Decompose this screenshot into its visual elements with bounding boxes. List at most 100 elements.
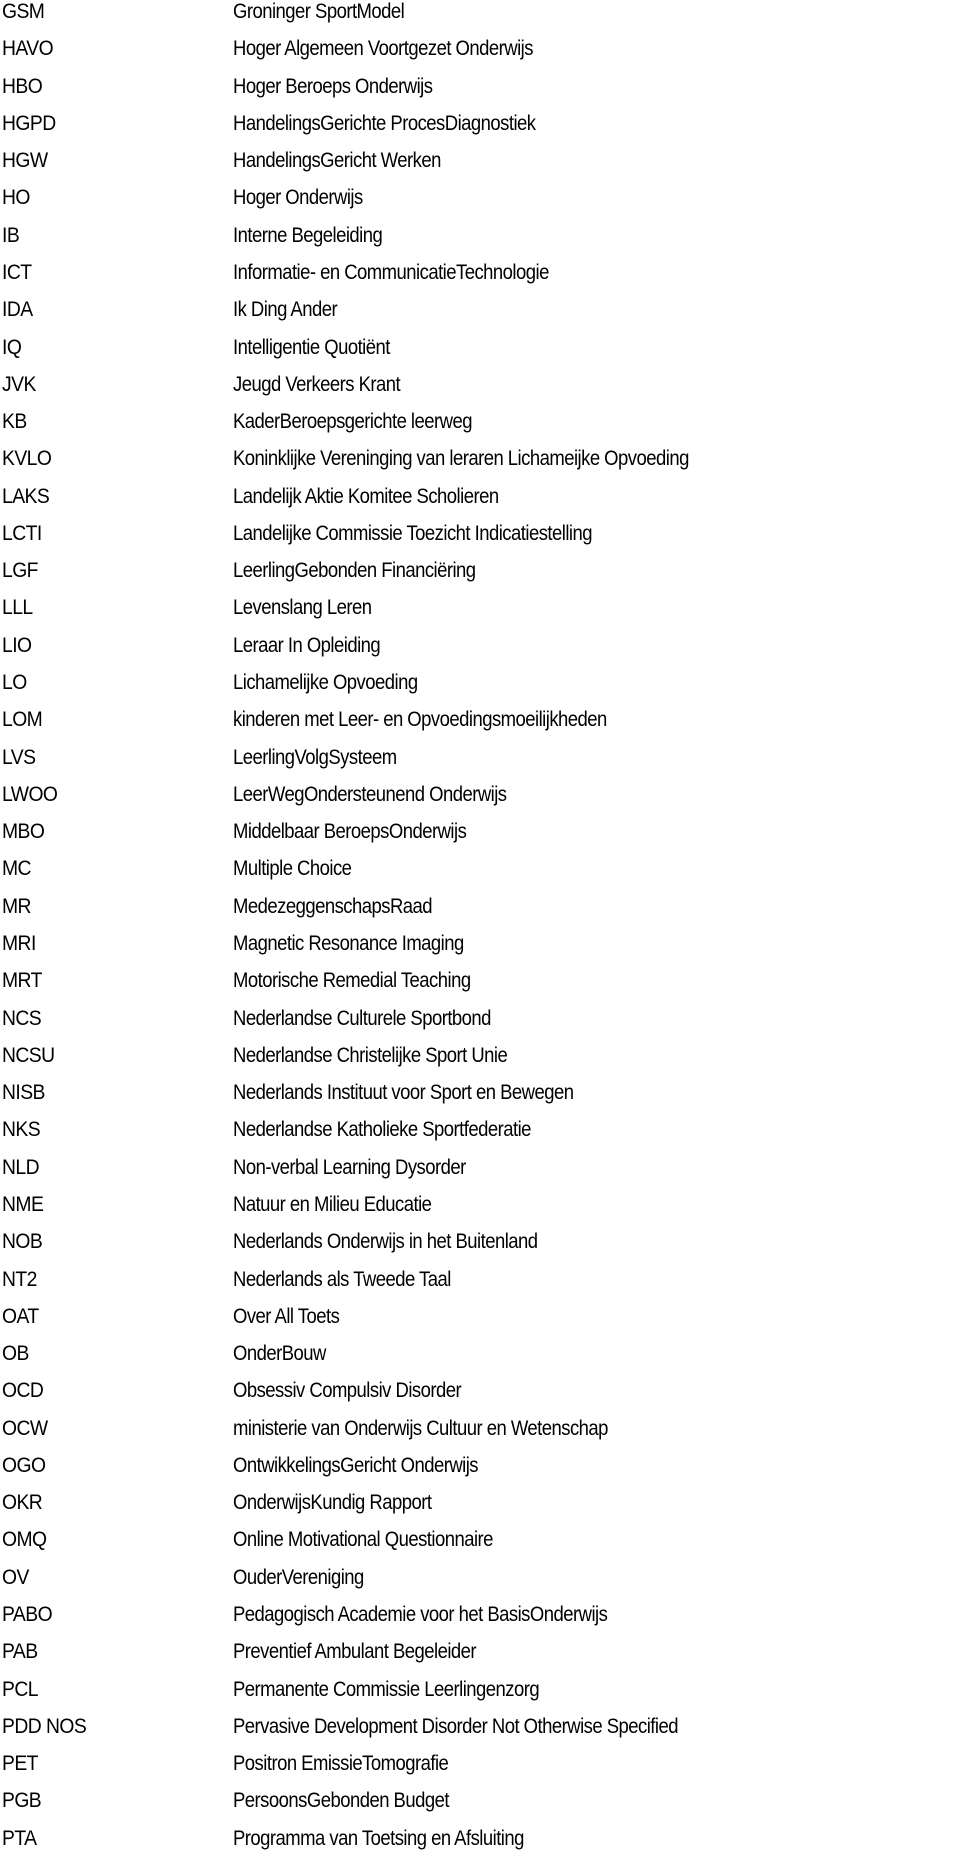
abbreviation: MC bbox=[2, 857, 32, 881]
abbreviation: NISB bbox=[2, 1081, 45, 1105]
definition: Obsessiv Compulsiv Disorder bbox=[233, 1379, 462, 1403]
abbreviation: GSM bbox=[2, 0, 45, 23]
definition: Nederlandse Christelijke Sport Unie bbox=[233, 1043, 508, 1067]
definition: LeerlingVolgSysteem bbox=[233, 745, 397, 769]
abbreviation: PAB bbox=[2, 1640, 38, 1664]
definition: OnderwijsKundig Rapport bbox=[233, 1491, 432, 1515]
glossary-row: NOB Nederlands Onderwijs in het Buitenlan… bbox=[0, 1229, 960, 1260]
glossary-row: HGW HandelingsGericht Werken bbox=[0, 148, 960, 179]
glossary-row: MR MedezeggenschapsRaad bbox=[0, 894, 960, 925]
abbreviation: KB bbox=[2, 410, 27, 434]
glossary-row: HBO Hoger Beroeps Onderwijs bbox=[0, 74, 960, 105]
abbreviation: HGW bbox=[2, 149, 48, 173]
definition: Middelbaar BeroepsOnderwijs bbox=[233, 820, 467, 844]
abbreviation: PDD NOS bbox=[2, 1714, 87, 1738]
definition: Levenslang Leren bbox=[233, 596, 372, 620]
abbreviation: LWOO bbox=[2, 782, 58, 806]
definition: Nederlandse Culturele Sportbond bbox=[233, 1006, 491, 1030]
abbreviation: PET bbox=[2, 1752, 38, 1776]
glossary-row: MC Multiple Choice bbox=[0, 856, 960, 887]
definition: Non-verbal Learning Dysorder bbox=[233, 1155, 466, 1179]
definition: OntwikkelingsGericht Onderwijs bbox=[233, 1453, 479, 1477]
abbreviation: PCL bbox=[2, 1677, 38, 1701]
glossary-row: IQ Intelligentie Quotiënt bbox=[0, 335, 960, 366]
glossary-row: LAKS Landelijk Aktie Komitee Scholieren bbox=[0, 484, 960, 515]
definition: HandelingsGericht Werken bbox=[233, 149, 441, 173]
glossary-row: GSM Groninger SportModel bbox=[0, 0, 960, 30]
glossary-row: PCL Permanente Commissie Leerlingenzorg bbox=[0, 1677, 960, 1708]
definition: Natuur en Milieu Educatie bbox=[233, 1192, 432, 1216]
abbreviation: LAKS bbox=[2, 484, 50, 508]
glossary-row: PGB PersoonsGebonden Budget bbox=[0, 1788, 960, 1819]
abbreviation: OAT bbox=[2, 1304, 39, 1328]
abbreviation: MBO bbox=[2, 820, 45, 844]
definition: Over All Toets bbox=[233, 1304, 340, 1328]
glossary-row: HAVO Hoger Algemeen Voortgezet Onderwijs bbox=[0, 36, 960, 67]
definition: Ik Ding Ander bbox=[233, 298, 338, 322]
abbreviation: HGPD bbox=[2, 111, 56, 135]
glossary-row: OMQ Online Motivational Questionnaire bbox=[0, 1527, 960, 1558]
glossary-row: HO Hoger Onderwijs bbox=[0, 185, 960, 216]
glossary-row: KVLO Koninklijke Vereninging van leraren … bbox=[0, 446, 960, 477]
abbreviation: LVS bbox=[2, 745, 36, 769]
definition: Groninger SportModel bbox=[233, 0, 405, 23]
definition: Nederlandse Katholieke Sportfederatie bbox=[233, 1118, 531, 1142]
abbreviation: OB bbox=[2, 1342, 29, 1366]
glossary-row: NLD Non-verbal Learning Dysorder bbox=[0, 1155, 960, 1186]
glossary-row: LIO Leraar In Opleiding bbox=[0, 633, 960, 664]
glossary-row: NT2 Nederlands als Tweede Taal bbox=[0, 1267, 960, 1298]
abbreviation: NT2 bbox=[2, 1267, 37, 1291]
glossary-row: LWOO LeerWegOndersteunend Onderwijs bbox=[0, 782, 960, 813]
glossary-row: NKS Nederlandse Katholieke Sportfederatie bbox=[0, 1117, 960, 1148]
abbreviation: OMQ bbox=[2, 1528, 47, 1552]
glossary-row: IB Interne Begeleiding bbox=[0, 223, 960, 254]
definition: Jeugd Verkeers Krant bbox=[233, 372, 401, 396]
definition: Intelligentie Quotiënt bbox=[233, 335, 390, 359]
abbreviation: NLD bbox=[2, 1155, 40, 1179]
abbreviation: HBO bbox=[2, 74, 43, 98]
glossary-row: PAB Preventief Ambulant Begeleider bbox=[0, 1639, 960, 1670]
glossary-row: OAT Over All Toets bbox=[0, 1304, 960, 1335]
abbreviation: NCS bbox=[2, 1006, 42, 1030]
glossary-row: OCW ministerie van Onderwijs Cultuur en W… bbox=[0, 1416, 960, 1447]
definition: OnderBouw bbox=[233, 1342, 326, 1366]
definition: Magnetic Resonance Imaging bbox=[233, 932, 464, 955]
abbreviation: LO bbox=[2, 671, 27, 695]
abbreviation: PABO bbox=[2, 1603, 53, 1627]
definition: Online Motivational Questionnaire bbox=[233, 1528, 493, 1552]
definition: Informatie- en CommunicatieTechnologie bbox=[233, 260, 549, 284]
glossary-row: KB KaderBeroepsgerichte leerweg bbox=[0, 409, 960, 440]
abbreviation: LIO bbox=[2, 633, 32, 657]
glossary-row: PDD NOS Pervasive Development Disorder No… bbox=[0, 1714, 960, 1745]
abbreviation: HO bbox=[2, 186, 30, 210]
definition: PersoonsGebonden Budget bbox=[233, 1789, 449, 1813]
abbreviation: LOM bbox=[2, 708, 43, 732]
glossary-row: OKR OnderwijsKundig Rapport bbox=[0, 1490, 960, 1521]
definition: Motorische Remedial Teaching bbox=[233, 969, 471, 993]
glossary-row: LVS LeerlingVolgSysteem bbox=[0, 745, 960, 776]
glossary-row: LGF LeerlingGebonden Financiëring bbox=[0, 558, 960, 589]
abbreviation: IB bbox=[2, 223, 20, 247]
definition: Programma van Toetsing en Afsluiting bbox=[233, 1826, 524, 1850]
definition: Hoger Beroeps Onderwijs bbox=[233, 74, 433, 98]
definition: Positron EmissieTomografie bbox=[233, 1752, 449, 1776]
abbreviation: IQ bbox=[2, 335, 22, 359]
glossary-row: PABO Pedagogisch Academie voor het BasisO… bbox=[0, 1602, 960, 1633]
abbreviation: IDA bbox=[2, 298, 33, 322]
abbreviation: OCW bbox=[2, 1416, 48, 1440]
abbreviation: OGO bbox=[2, 1453, 46, 1477]
glossary-row: OV OuderVereniging bbox=[0, 1565, 960, 1596]
glossary-row: MRT Motorische Remedial Teaching bbox=[0, 968, 960, 999]
glossary-row: PTA Programma van Toetsing en Afsluiting bbox=[0, 1826, 960, 1857]
glossary-row: LLL Levenslang Leren bbox=[0, 595, 960, 626]
abbreviation: MRT bbox=[2, 969, 42, 993]
glossary-row: LO Lichamelijke Opvoeding bbox=[0, 670, 960, 701]
abbreviation: LCTI bbox=[2, 521, 42, 545]
glossary-row: MRI Magnetic Resonance Imaging bbox=[0, 931, 960, 962]
definition: ministerie van Onderwijs Cultuur en Wete… bbox=[233, 1416, 608, 1440]
abbreviation: OKR bbox=[2, 1491, 43, 1515]
abbreviation: OV bbox=[2, 1565, 29, 1589]
definition: Preventief Ambulant Begeleider bbox=[233, 1640, 477, 1664]
definition: LeerlingGebonden Financiëring bbox=[233, 559, 476, 583]
glossary-row: JVK Jeugd Verkeers Krant bbox=[0, 372, 960, 403]
